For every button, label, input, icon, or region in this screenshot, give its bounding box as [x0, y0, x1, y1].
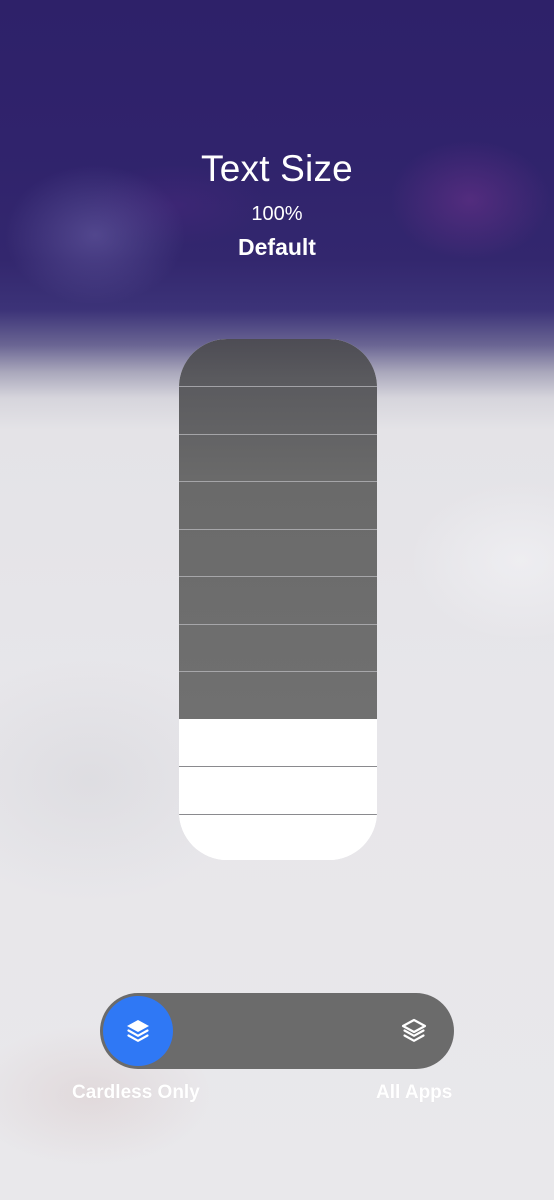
text-size-preset: Default — [238, 234, 316, 260]
slider-track-fill — [179, 719, 377, 860]
toggle-knob-cardless-only[interactable] — [103, 996, 173, 1066]
slider-step-divider — [179, 576, 377, 577]
cardless-only-label[interactable]: Cardless Only — [72, 1082, 200, 1104]
slider-step-divider — [179, 766, 377, 767]
text-size-percent: 100% — [251, 203, 303, 225]
slider-step-divider — [179, 434, 377, 435]
layers-icon[interactable] — [399, 1016, 429, 1046]
page-title: Text Size — [201, 148, 353, 189]
slider-step-divider — [179, 814, 377, 815]
slider-step-divider — [179, 529, 377, 530]
slider-step-divider — [179, 671, 377, 672]
all-apps-label[interactable]: All Apps — [376, 1082, 452, 1104]
text-size-slider[interactable] — [179, 339, 377, 860]
layers-icon — [127, 1020, 149, 1042]
slider-step-divider — [179, 624, 377, 625]
slider-step-divider — [179, 386, 377, 387]
scope-toggle[interactable] — [100, 993, 454, 1069]
slider-step-divider — [179, 481, 377, 482]
